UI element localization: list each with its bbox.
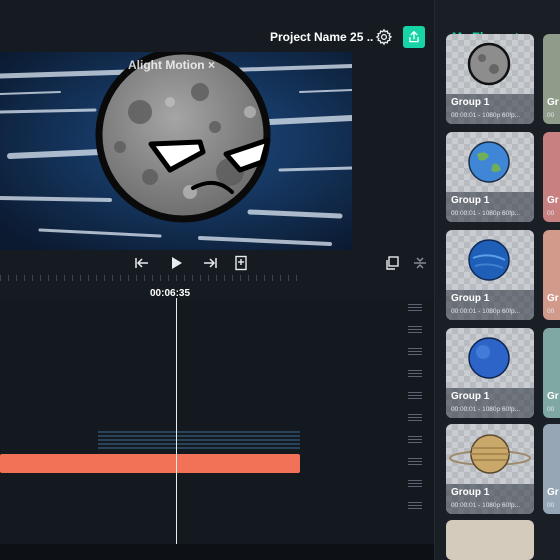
elements-panel: My Elements Group 1 00:00:01 - 1080p 60f…	[434, 0, 560, 560]
skip-to-start-icon[interactable]	[134, 255, 150, 271]
drag-handle-icon[interactable]	[408, 370, 422, 379]
skip-to-end-icon[interactable]	[202, 255, 218, 271]
element-card-partial[interactable]: Gr 00	[543, 328, 560, 418]
saturn-thumbnail	[449, 434, 531, 474]
card-meta: 00:00:01 - 1080p 60fp...	[451, 502, 521, 509]
preview-frame	[0, 52, 352, 250]
drag-handle-icon[interactable]	[408, 304, 422, 313]
playback-controls	[0, 250, 434, 276]
earth-thumbnail	[468, 141, 510, 183]
element-card-partial[interactable]: Gr 00	[543, 424, 560, 514]
element-card[interactable]: Group 1 00:00:01 - 1080p 60fp...	[446, 34, 534, 124]
play-icon[interactable]	[168, 255, 184, 271]
playhead[interactable]	[176, 298, 177, 544]
editor-area: Project Name 25 .. Alight Motion × 00:06…	[0, 0, 434, 560]
card-meta: 00	[547, 112, 555, 119]
video-preview[interactable]: Alight Motion ×	[0, 52, 352, 250]
drag-handle-icon[interactable]	[408, 480, 422, 489]
bottom-strip	[0, 544, 434, 560]
element-card-partial[interactable]: Gr 00	[543, 34, 560, 124]
card-name: Group 1	[451, 487, 490, 498]
blue-planet-thumbnail	[468, 337, 510, 379]
card-meta: 00	[547, 308, 555, 315]
card-name: Gr	[547, 293, 559, 304]
layer-track[interactable]	[0, 454, 300, 473]
card-name: Gr	[547, 195, 559, 206]
gear-icon[interactable]	[375, 28, 393, 46]
copy-layers-icon[interactable]	[384, 255, 400, 271]
drag-handle-icon[interactable]	[408, 326, 422, 335]
track-handles	[408, 304, 422, 524]
element-card[interactable]: Group 1 00:00:01 - 1080p 60fp...	[446, 230, 534, 320]
drag-handle-icon[interactable]	[408, 458, 422, 467]
card-name: Group 1	[451, 293, 490, 304]
drag-handle-icon[interactable]	[408, 436, 422, 445]
card-meta: 00:00:01 - 1080p 60fp...	[451, 210, 521, 217]
export-button[interactable]	[403, 26, 425, 48]
drag-handle-icon[interactable]	[408, 392, 422, 401]
timecode: 00:06:35	[150, 288, 191, 299]
element-card-partial[interactable]: Gr 00	[543, 230, 560, 320]
timeline-area[interactable]	[0, 300, 434, 560]
card-meta: 00	[547, 406, 555, 413]
project-title[interactable]: Project Name 25 ..	[270, 30, 373, 44]
card-name: Group 1	[451, 97, 490, 108]
card-name: Group 1	[451, 391, 490, 402]
share-export-icon	[409, 31, 419, 43]
card-name: Gr	[547, 487, 559, 498]
drag-handle-icon[interactable]	[408, 502, 422, 511]
audio-waveform[interactable]	[98, 431, 300, 449]
watermark[interactable]: Alight Motion ×	[128, 58, 215, 72]
element-card-partial[interactable]: Gr 00	[543, 132, 560, 222]
neptune-thumbnail	[468, 239, 510, 281]
drag-handle-icon[interactable]	[408, 414, 422, 423]
drag-handle-icon[interactable]	[408, 348, 422, 357]
card-name: Gr	[547, 391, 559, 402]
element-card[interactable]: Group 1 00:00:01 - 1080p 60fp...	[446, 132, 534, 222]
card-meta: 00:00:01 - 1080p 60fp...	[451, 112, 521, 119]
card-name: Gr	[547, 97, 559, 108]
collapse-icon[interactable]	[412, 255, 428, 271]
bookmark-icon[interactable]	[233, 255, 249, 271]
element-card[interactable]	[446, 520, 534, 560]
moon-thumbnail	[467, 42, 511, 86]
card-name: Group 1	[451, 195, 490, 206]
element-card[interactable]: Group 1 00:00:01 - 1080p 60fp...	[446, 328, 534, 418]
time-ruler[interactable]	[0, 275, 300, 281]
card-meta: 00	[547, 210, 555, 217]
element-card[interactable]: Group 1 00:00:01 - 1080p 60fp...	[446, 424, 534, 514]
card-meta: 00:00:01 - 1080p 60fp...	[451, 406, 521, 413]
card-meta: 00:00:01 - 1080p 60fp...	[451, 308, 521, 315]
card-meta: 00	[547, 502, 555, 509]
top-bar: Project Name 25 ..	[0, 0, 434, 52]
